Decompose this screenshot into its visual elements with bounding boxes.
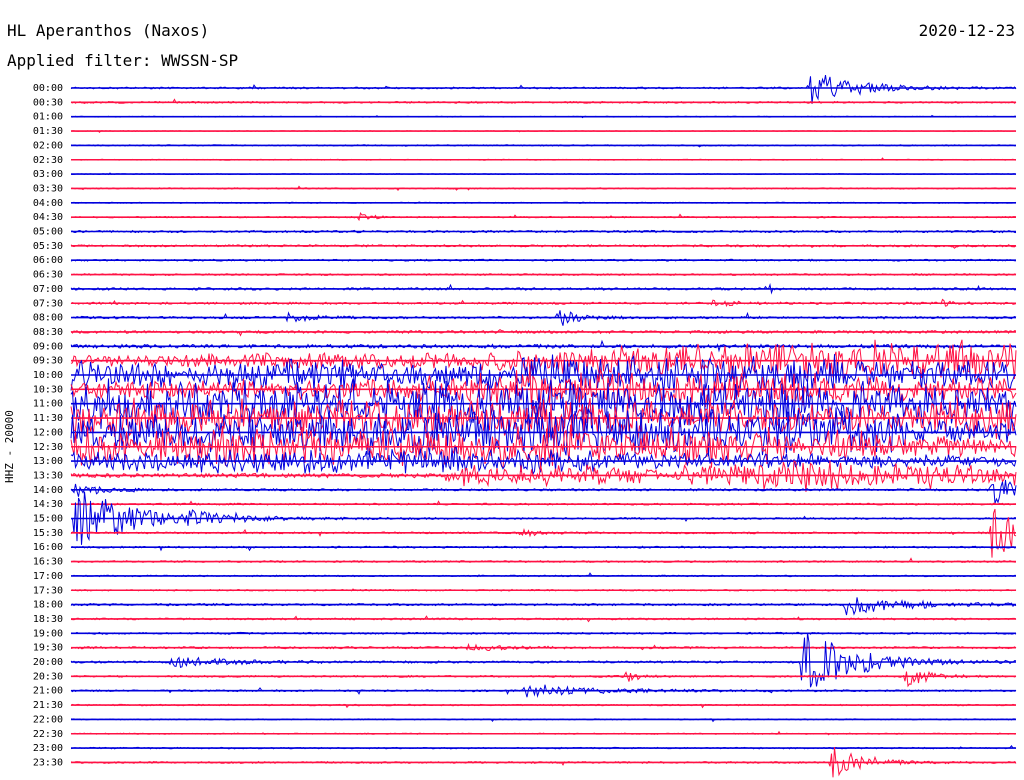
trace-2030 <box>70 670 1017 688</box>
time-label: 22:30 <box>33 729 63 740</box>
time-label: 09:00 <box>33 341 63 352</box>
time-label: 22:00 <box>33 714 63 725</box>
time-label: 17:30 <box>33 585 63 596</box>
time-label: 21:00 <box>33 686 63 697</box>
time-label: 09:30 <box>33 356 63 367</box>
time-label: 21:30 <box>33 700 63 711</box>
time-label: 01:00 <box>33 112 63 123</box>
time-label: 18:00 <box>33 600 63 611</box>
helicorder-plot: 00:00 00:30 01:00 01:30 02:00 02:30 03:00 03:30… <box>33 75 1017 778</box>
time-label: 00:30 <box>33 97 63 108</box>
time-label: 17:00 <box>33 571 63 582</box>
time-label: 04:00 <box>33 198 63 209</box>
time-label: 04:30 <box>33 212 63 223</box>
time-label: 06:00 <box>33 255 63 266</box>
time-label: 18:30 <box>33 614 63 625</box>
time-label: 03:00 <box>33 169 63 180</box>
time-label: 23:00 <box>33 743 63 754</box>
time-label: 14:00 <box>33 485 63 496</box>
trace-1800 <box>70 597 1017 616</box>
time-label: 00:00 <box>33 83 63 94</box>
time-label: 13:00 <box>33 456 63 467</box>
time-label: 05:00 <box>33 227 63 238</box>
time-label: 01:30 <box>33 126 63 137</box>
time-label: 08:30 <box>33 327 63 338</box>
time-label: 06:30 <box>33 270 63 281</box>
time-label: 16:30 <box>33 557 63 568</box>
time-label: 05:30 <box>33 241 63 252</box>
time-labels: 00:00 00:30 01:00 01:30 02:00 02:30 03:00 03:30… <box>33 83 63 768</box>
time-label: 23:30 <box>33 757 63 768</box>
time-label: 19:00 <box>33 628 63 639</box>
time-label: 20:00 <box>33 657 63 668</box>
time-label: 10:00 <box>33 370 63 381</box>
time-label: 14:30 <box>33 499 63 510</box>
time-label: 13:30 <box>33 470 63 481</box>
trace-1400 <box>70 479 1017 504</box>
time-label: 11:30 <box>33 413 63 424</box>
time-label: 08:00 <box>33 313 63 324</box>
time-label: 15:00 <box>33 514 63 525</box>
time-label: 02:30 <box>33 155 63 166</box>
time-label: 15:30 <box>33 528 63 539</box>
time-label: 10:30 <box>33 384 63 395</box>
trace-0000 <box>70 75 1017 104</box>
trace-2000 <box>70 632 1017 688</box>
time-label: 19:30 <box>33 643 63 654</box>
time-label: 16:00 <box>33 542 63 553</box>
time-label: 12:00 <box>33 427 63 438</box>
time-label: 07:30 <box>33 298 63 309</box>
time-label: 11:00 <box>33 399 63 410</box>
time-label: 02:00 <box>33 140 63 151</box>
time-label: 20:30 <box>33 671 63 682</box>
time-label: 03:30 <box>33 183 63 194</box>
time-label: 12:30 <box>33 442 63 453</box>
time-label: 07:00 <box>33 284 63 295</box>
